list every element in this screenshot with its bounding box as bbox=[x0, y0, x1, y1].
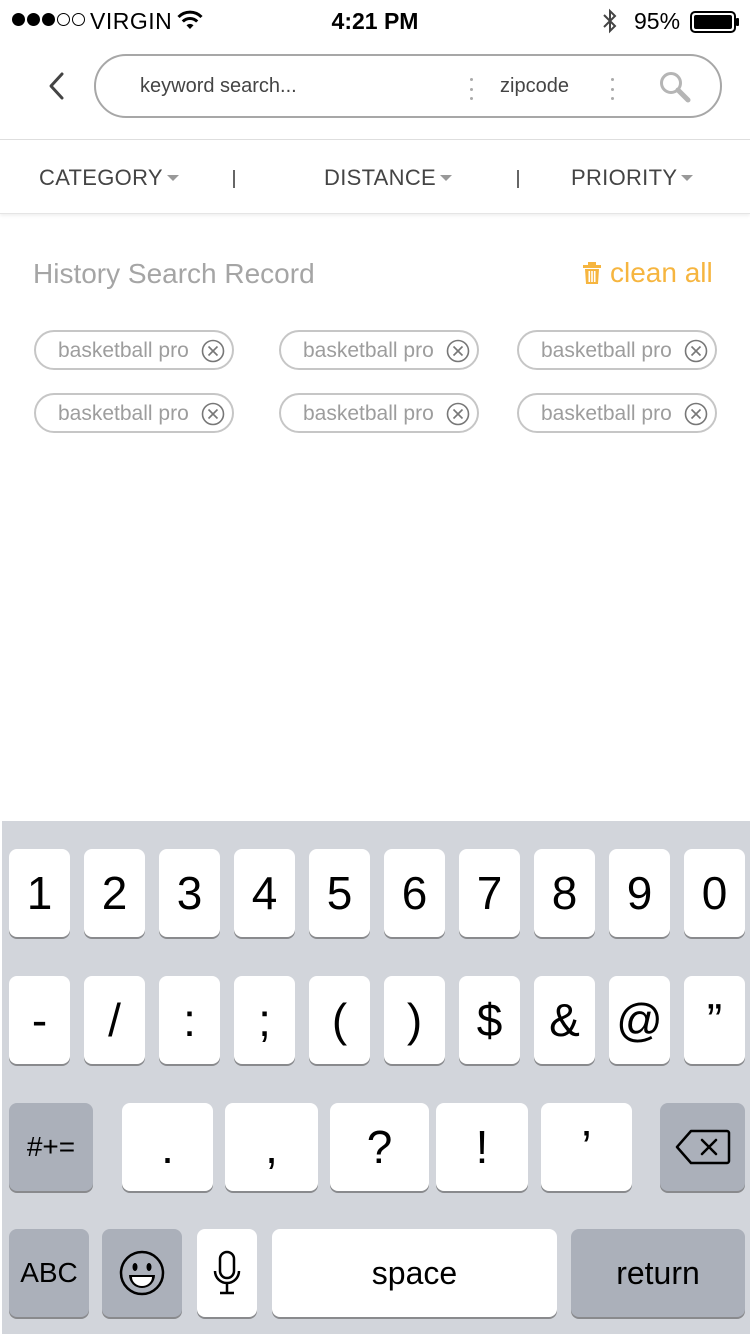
caret-down-icon bbox=[166, 175, 179, 181]
remove-tag-icon[interactable] bbox=[446, 402, 470, 426]
key-quote[interactable]: ” bbox=[684, 976, 745, 1064]
key-question[interactable]: ? bbox=[330, 1103, 429, 1191]
filter-divider bbox=[233, 170, 235, 188]
status-bar: VIRGIN 4:21 PM 95% bbox=[0, 0, 750, 40]
emoji-icon bbox=[119, 1250, 165, 1296]
history-tag-label: basketball pro bbox=[58, 402, 189, 425]
search-bar: keyword search... zipcode bbox=[94, 54, 722, 118]
remove-tag-icon[interactable] bbox=[684, 339, 708, 363]
key-hyphen[interactable]: - bbox=[9, 976, 70, 1064]
key-3[interactable]: 3 bbox=[159, 849, 220, 937]
priority-filter-label: PRIORITY bbox=[571, 165, 678, 190]
key-more-symbols[interactable]: #+= bbox=[9, 1103, 93, 1191]
battery-percentage: 95% bbox=[634, 8, 681, 34]
priority-filter-dropdown[interactable]: PRIORITY bbox=[571, 165, 694, 191]
remove-tag-icon[interactable] bbox=[201, 402, 225, 426]
remove-tag-icon[interactable] bbox=[446, 339, 470, 363]
history-tag[interactable]: basketball pro bbox=[279, 393, 479, 433]
history-tag-label: basketball pro bbox=[303, 402, 434, 425]
keyword-search-input[interactable]: keyword search... bbox=[140, 75, 297, 98]
history-tag-label: basketball pro bbox=[303, 339, 434, 362]
back-button[interactable] bbox=[36, 66, 76, 106]
clean-all-button[interactable]: clean all bbox=[582, 257, 713, 289]
history-tag[interactable]: basketball pro bbox=[34, 393, 234, 433]
key-comma[interactable]: , bbox=[225, 1103, 318, 1191]
history-tag-label: basketball pro bbox=[58, 339, 189, 362]
remove-tag-icon[interactable] bbox=[684, 402, 708, 426]
key-semicolon[interactable]: ; bbox=[234, 976, 295, 1064]
field-divider bbox=[470, 78, 474, 100]
key-delete[interactable] bbox=[660, 1103, 745, 1191]
key-colon[interactable]: : bbox=[159, 976, 220, 1064]
history-tag[interactable]: basketball pro bbox=[279, 330, 479, 370]
filter-bar: CATEGORY DISTANCE PRIORITY bbox=[0, 140, 750, 214]
zipcode-input[interactable]: zipcode bbox=[500, 75, 569, 98]
distance-filter-dropdown[interactable]: DISTANCE bbox=[324, 165, 453, 191]
history-tag[interactable]: basketball pro bbox=[517, 393, 717, 433]
key-at[interactable]: @ bbox=[609, 976, 670, 1064]
key-0[interactable]: 0 bbox=[684, 849, 745, 937]
key-6[interactable]: 6 bbox=[384, 849, 445, 937]
keyboard: 1 2 3 4 5 6 7 8 9 0 - / : ; ( ) $ & @ ” … bbox=[2, 821, 750, 1334]
key-open-paren[interactable]: ( bbox=[309, 976, 370, 1064]
backspace-icon bbox=[675, 1129, 730, 1165]
key-return[interactable]: return bbox=[571, 1229, 745, 1317]
key-apostrophe[interactable]: ’ bbox=[541, 1103, 632, 1191]
key-8[interactable]: 8 bbox=[534, 849, 595, 937]
history-tag-label: basketball pro bbox=[541, 339, 672, 362]
key-abc[interactable]: ABC bbox=[9, 1229, 89, 1317]
filter-divider bbox=[517, 170, 519, 188]
key-9[interactable]: 9 bbox=[609, 849, 670, 937]
category-filter-label: CATEGORY bbox=[39, 165, 163, 190]
key-1[interactable]: 1 bbox=[9, 849, 70, 937]
key-dictation[interactable] bbox=[197, 1229, 257, 1317]
key-emoji[interactable] bbox=[102, 1229, 182, 1317]
key-5[interactable]: 5 bbox=[309, 849, 370, 937]
remove-tag-icon[interactable] bbox=[201, 339, 225, 363]
key-2[interactable]: 2 bbox=[84, 849, 145, 937]
key-slash[interactable]: / bbox=[84, 976, 145, 1064]
bluetooth-icon bbox=[600, 8, 620, 39]
history-section-title: History Search Record bbox=[33, 258, 315, 289]
key-7[interactable]: 7 bbox=[459, 849, 520, 937]
chevron-left-icon bbox=[49, 72, 64, 100]
field-divider bbox=[611, 78, 615, 100]
caret-down-icon bbox=[440, 175, 453, 181]
clean-all-label: clean all bbox=[610, 257, 713, 288]
key-4[interactable]: 4 bbox=[234, 849, 295, 937]
key-close-paren[interactable]: ) bbox=[384, 976, 445, 1064]
history-tag-label: basketball pro bbox=[541, 402, 672, 425]
battery-icon bbox=[690, 11, 740, 38]
key-space[interactable]: space bbox=[272, 1229, 557, 1317]
caret-down-icon bbox=[681, 175, 694, 181]
history-tag[interactable]: basketball pro bbox=[34, 330, 234, 370]
key-exclamation[interactable]: ! bbox=[436, 1103, 528, 1191]
history-tag[interactable]: basketball pro bbox=[517, 330, 717, 370]
distance-filter-label: DISTANCE bbox=[324, 165, 437, 190]
key-dollar[interactable]: $ bbox=[459, 976, 520, 1064]
trash-icon bbox=[583, 262, 601, 284]
key-ampersand[interactable]: & bbox=[534, 976, 595, 1064]
key-period[interactable]: . bbox=[122, 1103, 213, 1191]
microphone-icon bbox=[213, 1250, 241, 1295]
category-filter-dropdown[interactable]: CATEGORY bbox=[39, 165, 179, 191]
search-icon[interactable] bbox=[658, 70, 692, 109]
